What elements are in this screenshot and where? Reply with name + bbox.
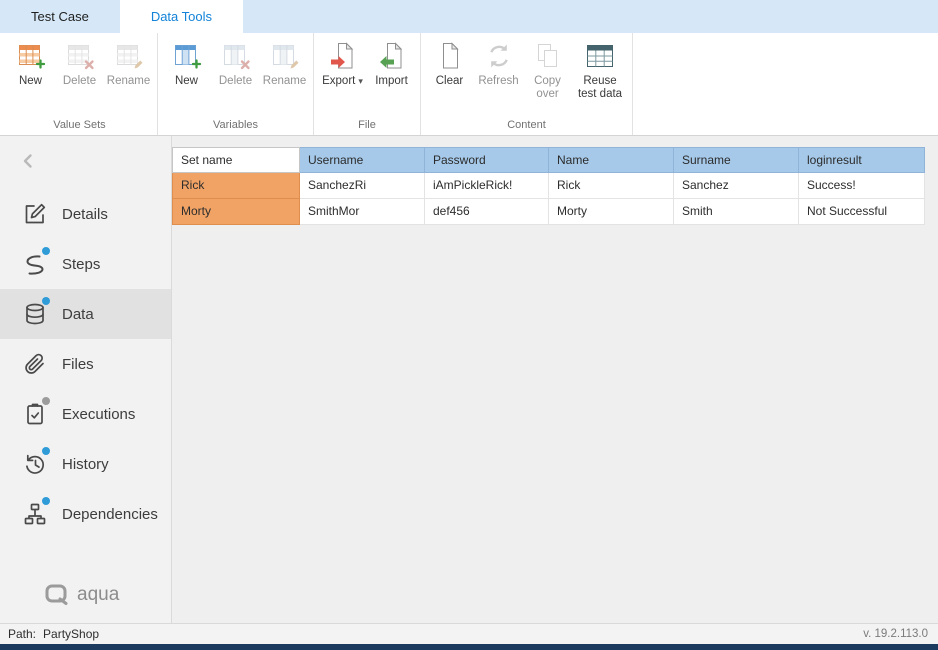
ribbon-group-label: Value Sets [7, 116, 152, 134]
path-value: PartyShop [43, 627, 99, 641]
copy-over-icon [533, 40, 563, 72]
clear-icon [435, 40, 465, 72]
ribbon: New Delete [0, 33, 938, 136]
refresh-icon [484, 40, 514, 72]
aqua-logo-text: aqua [77, 584, 119, 606]
data-table: Set name Username Password Name Surname … [172, 147, 925, 225]
column-header-name[interactable]: Name [549, 147, 674, 173]
set-name-cell[interactable]: Rick [172, 173, 300, 199]
aqua-logo: aqua [44, 583, 171, 607]
sidebar-item-label: Dependencies [62, 506, 158, 523]
rename-variable-icon [270, 40, 300, 72]
notification-dot [42, 447, 50, 455]
notification-dot [42, 297, 50, 305]
delete-variable-icon [221, 40, 251, 72]
table-cell[interactable]: SmithMor [300, 199, 425, 225]
rename-value-set-icon [114, 40, 144, 72]
table-cell[interactable]: Morty [549, 199, 674, 225]
sidebar-item-label: Executions [62, 406, 135, 423]
ribbon-tab-bar: Test Case Data Tools [0, 0, 938, 33]
version-label: v. 19.2.113.0 [863, 628, 928, 640]
dropdown-caret-icon: ▾ [358, 76, 363, 86]
column-header-set-name[interactable]: Set name [172, 147, 300, 173]
ribbon-group-file: Export▾ Import File [314, 33, 421, 135]
notification-dot [42, 497, 50, 505]
rename-value-set-button: Rename [105, 37, 152, 89]
column-header-password[interactable]: Password [425, 147, 549, 173]
tab-data-tools[interactable]: Data Tools [120, 0, 243, 33]
status-path: Path: PartyShop [8, 627, 99, 641]
ribbon-group-label: Variables [163, 116, 308, 134]
table-cell[interactable]: def456 [425, 199, 549, 225]
ribbon-group-variables: New Delete [158, 33, 314, 135]
status-bar: Path: PartyShop v. 19.2.113.0 [0, 623, 938, 644]
database-icon [23, 302, 47, 326]
import-button[interactable]: Import [368, 37, 415, 89]
table-cell[interactable]: Success! [799, 173, 925, 199]
aqua-logo-icon [44, 583, 70, 607]
chevron-left-icon [20, 153, 36, 169]
tab-test-case[interactable]: Test Case [0, 0, 120, 33]
ribbon-group-value-sets: New Delete [2, 33, 158, 135]
notification-dot [42, 397, 50, 405]
hierarchy-icon [23, 502, 47, 526]
sidebar-item-data[interactable]: Data [0, 289, 171, 339]
ribbon-group-label: File [319, 116, 415, 134]
new-variable-button[interactable]: New [163, 37, 210, 89]
table-cell[interactable]: Smith [674, 199, 799, 225]
export-icon [328, 40, 358, 72]
sidebar-item-label: History [62, 456, 109, 473]
column-header-loginresult[interactable]: loginresult [799, 147, 925, 173]
table-cell[interactable]: Not Successful [799, 199, 925, 225]
rename-variable-button: Rename [261, 37, 308, 89]
reuse-test-data-icon [585, 40, 615, 72]
new-value-set-button[interactable]: New [7, 37, 54, 89]
sidebar-item-executions[interactable]: Executions [0, 389, 171, 439]
delete-value-set-icon [65, 40, 95, 72]
ribbon-group-content: Clear Refresh [421, 33, 633, 135]
new-value-set-icon [16, 40, 46, 72]
reuse-test-data-button[interactable]: Reuse test data [573, 37, 627, 102]
new-variable-icon [172, 40, 202, 72]
delete-variable-button: Delete [212, 37, 259, 89]
clear-button[interactable]: Clear [426, 37, 473, 89]
column-header-username[interactable]: Username [300, 147, 425, 173]
clipboard-icon [23, 402, 47, 426]
table-cell[interactable]: Rick [549, 173, 674, 199]
sidebar-item-files[interactable]: Files [0, 339, 171, 389]
table-cell[interactable]: SanchezRi [300, 173, 425, 199]
history-icon [23, 452, 47, 476]
sidebar-item-dependencies[interactable]: Dependencies [0, 489, 171, 539]
notification-dot [42, 247, 50, 255]
sidebar-item-label: Data [62, 306, 94, 323]
sidebar: Details Steps [0, 136, 172, 623]
set-name-cell[interactable]: Morty [172, 199, 300, 225]
ribbon-group-label: Content [426, 116, 627, 134]
copy-over-button: Copy over [524, 37, 571, 102]
sidebar-item-label: Files [62, 356, 94, 373]
refresh-button: Refresh [475, 37, 522, 89]
sidebar-item-history[interactable]: History [0, 439, 171, 489]
sidebar-item-label: Details [62, 206, 108, 223]
window-bottom-bar [0, 644, 938, 650]
collapse-sidebar-button[interactable] [20, 149, 44, 173]
content-area: Set name Username Password Name Surname … [172, 136, 938, 623]
sidebar-item-details[interactable]: Details [0, 189, 171, 239]
delete-value-set-button: Delete [56, 37, 103, 89]
sidebar-item-label: Steps [62, 256, 100, 273]
edit-icon [23, 202, 47, 226]
export-button[interactable]: Export▾ [319, 37, 366, 89]
column-header-surname[interactable]: Surname [674, 147, 799, 173]
table-cell[interactable]: Sanchez [674, 173, 799, 199]
paperclip-icon [23, 352, 47, 376]
import-icon [377, 40, 407, 72]
table-cell[interactable]: iAmPickleRick! [425, 173, 549, 199]
path-label: Path: [8, 627, 36, 641]
sidebar-item-steps[interactable]: Steps [0, 239, 171, 289]
steps-icon [23, 252, 47, 276]
